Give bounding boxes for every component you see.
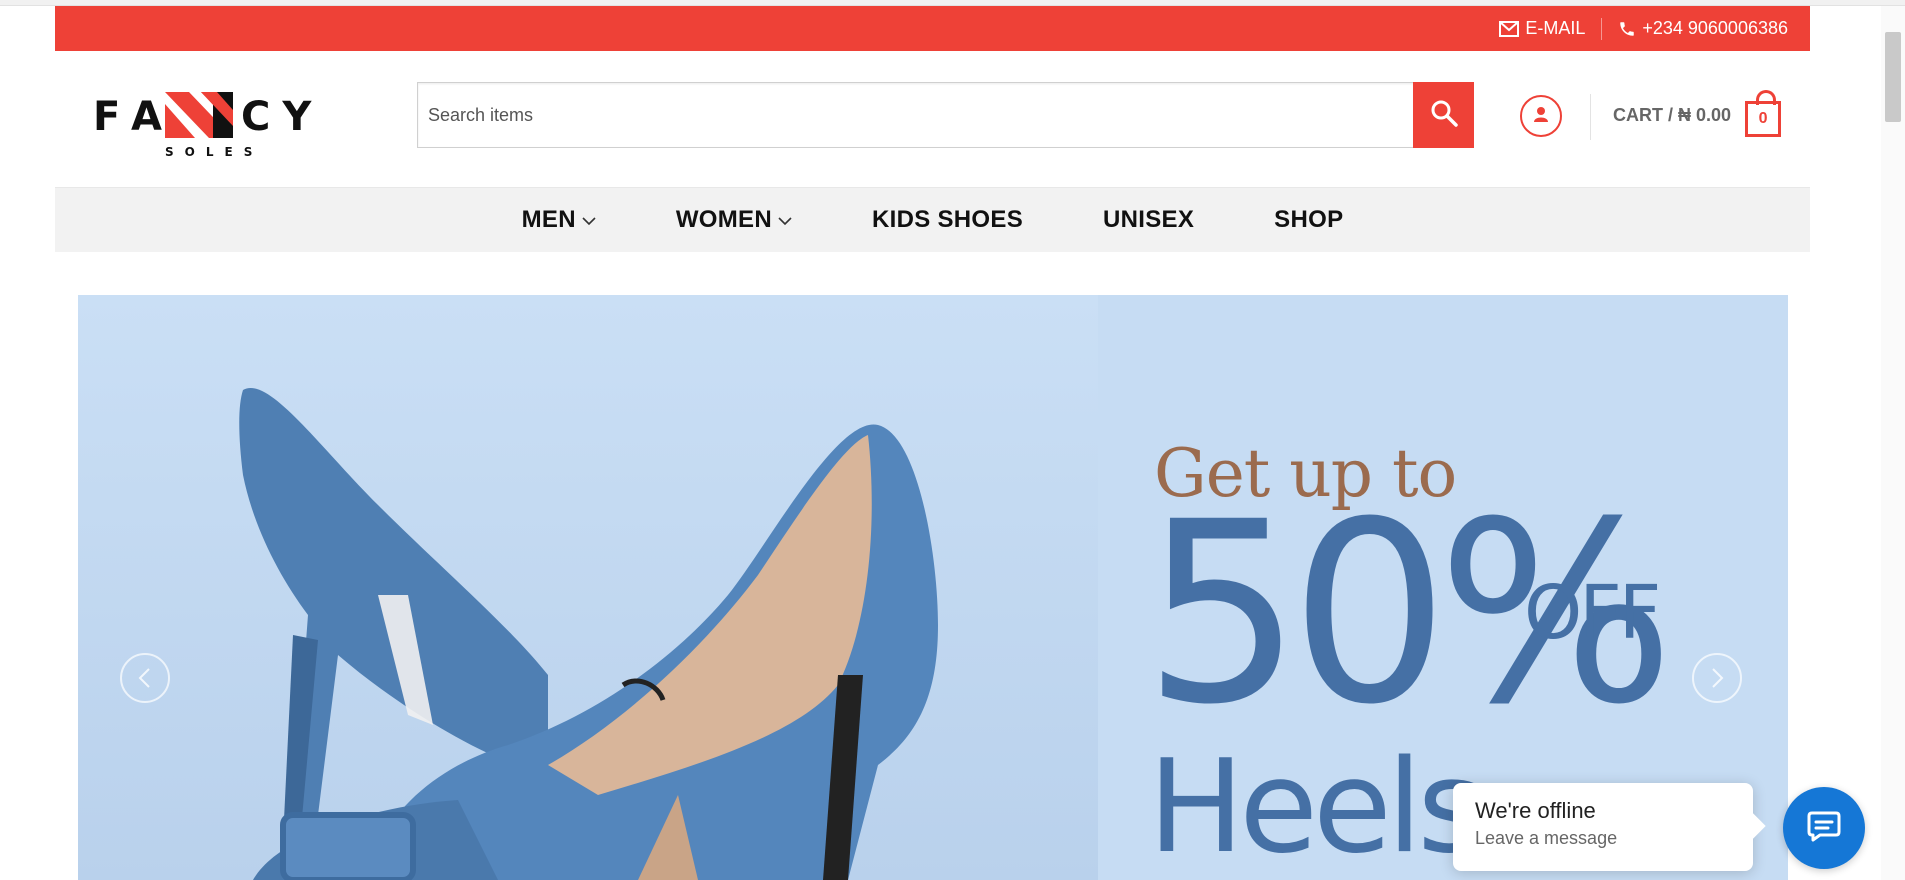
svg-text:SOLES: SOLES (165, 145, 263, 159)
chevron-down-icon (582, 217, 596, 226)
svg-text:CY: CY (241, 94, 323, 140)
account-button[interactable] (1520, 95, 1562, 137)
svg-text:A: A (131, 94, 162, 140)
search-icon (1430, 99, 1458, 132)
chat-status-text: We're offline (1475, 798, 1596, 823)
chevron-down-icon (778, 217, 792, 226)
chat-launcher-button[interactable] (1783, 787, 1865, 869)
cart-button[interactable]: CART / ₦ 0.00 0 (1613, 90, 1782, 140)
cart-count: 0 (1758, 110, 1768, 127)
phone-icon (1618, 20, 1636, 38)
topbar-divider (1601, 17, 1603, 40)
nav-item-men[interactable]: MEN (522, 206, 596, 234)
promo-category-heels: Heels (1148, 733, 1484, 880)
search-input[interactable] (417, 82, 1414, 148)
nav-item-women[interactable]: WOMEN (676, 206, 792, 234)
fancy-soles-logo[interactable]: F A CY SOLES (93, 86, 323, 162)
nav-item-label: UNISEX (1103, 206, 1195, 233)
nav-item-unisex[interactable]: UNISEX (1103, 206, 1194, 234)
email-label: E-MAIL (1525, 18, 1586, 38)
slider-next-button[interactable] (1692, 653, 1742, 703)
chevron-right-icon (1712, 668, 1724, 688)
user-icon (1532, 105, 1550, 128)
phone-link[interactable]: +234 9060006386 (1618, 18, 1788, 39)
top-contact-bar: E-MAIL +234 9060006386 (55, 6, 1810, 51)
phone-label: +234 9060006386 (1642, 18, 1788, 38)
logo-graphic: F A CY SOLES (93, 92, 323, 159)
nav-item-kids-shoes[interactable]: KIDS SHOES (872, 206, 1023, 234)
cart-label: CART / ₦ 0.00 (1613, 104, 1732, 125)
slider-prev-button[interactable] (120, 653, 170, 703)
chevron-left-icon (138, 668, 150, 688)
shopping-bag-icon: 0 (1745, 90, 1782, 137)
chat-bubble-icon (1806, 809, 1842, 848)
email-link[interactable]: E-MAIL (1499, 18, 1585, 39)
chat-cta-text: Leave a message (1475, 828, 1618, 848)
search-button[interactable] (1413, 82, 1474, 148)
site-header: F A CY SOLES CART / ₦ 0.00 0 (55, 52, 1810, 186)
main-navigation: MEN WOMEN KIDS SHOES UNISEX SHOP (55, 187, 1810, 252)
nav-item-label: SHOP (1274, 206, 1344, 233)
nav-item-shop[interactable]: SHOP (1274, 206, 1343, 234)
nav-item-label: WOMEN (675, 206, 772, 233)
scrollbar-thumb[interactable] (1885, 32, 1901, 122)
envelope-icon (1499, 20, 1520, 37)
page-scrollbar[interactable] (1881, 6, 1905, 880)
chat-offline-popup[interactable]: We're offline Leave a message (1453, 783, 1753, 871)
promo-off-label: OFF (1524, 570, 1661, 656)
header-divider (1590, 94, 1591, 140)
nav-item-label: KIDS SHOES (871, 206, 1024, 233)
blue-heels-image (78, 295, 1098, 880)
search-bar (417, 82, 1477, 148)
nav-item-label: MEN (521, 206, 576, 233)
svg-text:F: F (93, 94, 132, 140)
